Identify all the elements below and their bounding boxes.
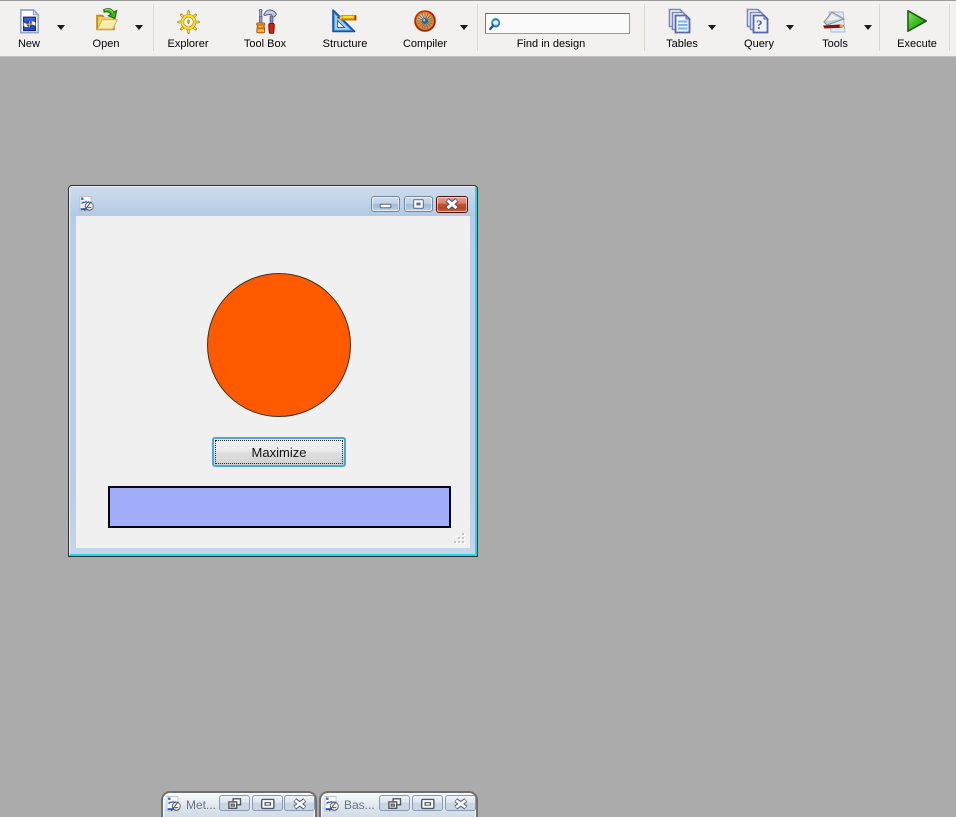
svg-text:?: ? <box>756 17 763 32</box>
